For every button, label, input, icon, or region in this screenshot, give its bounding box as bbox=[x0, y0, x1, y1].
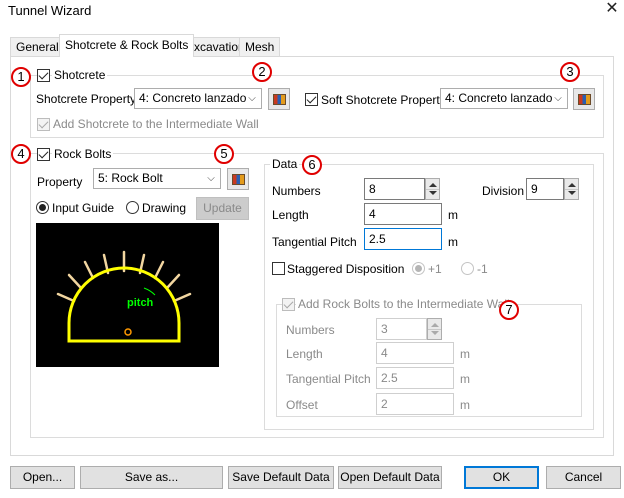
shotcrete-intermediate-checkbox[interactable] bbox=[37, 118, 50, 131]
numbers-input[interactable]: 8 bbox=[364, 178, 425, 200]
division-input[interactable]: 9 bbox=[526, 178, 564, 200]
tangential-pitch-label: Tangential Pitch bbox=[272, 235, 357, 249]
shotcrete-checkbox[interactable] bbox=[37, 69, 50, 82]
intermediate-numbers-label: Numbers bbox=[286, 323, 335, 337]
length-input[interactable]: 4 bbox=[364, 203, 442, 225]
marker-4: 4 bbox=[11, 144, 31, 164]
shotcrete-property-label: Shotcrete Property bbox=[36, 92, 137, 106]
shotcrete-label: Shotcrete bbox=[52, 68, 108, 82]
rock-bolt-property-select[interactable]: 5: Rock Bolt ⌵ bbox=[93, 168, 221, 189]
rock-bolt-property-label: Property bbox=[37, 175, 83, 189]
database-icon bbox=[232, 174, 245, 185]
intermediate-length-label: Length bbox=[286, 347, 323, 361]
tunnel-center-point bbox=[124, 328, 132, 336]
ok-button[interactable]: OK bbox=[464, 466, 539, 489]
length-unit: m bbox=[448, 208, 458, 222]
cancel-button[interactable]: Cancel bbox=[546, 466, 621, 489]
numbers-label: Numbers bbox=[272, 184, 321, 198]
tab-shotcrete-rock-bolts[interactable]: Shotcrete & Rock Bolts bbox=[59, 34, 195, 57]
marker-1: 1 bbox=[11, 67, 31, 87]
drawing-label: Drawing bbox=[142, 201, 187, 215]
staggered-plus1-radio[interactable] bbox=[412, 262, 425, 275]
staggered-minus1-radio[interactable] bbox=[461, 262, 474, 275]
shotcrete-property-value: 4: Concreto lanzado bbox=[139, 91, 247, 105]
numbers-spinner[interactable] bbox=[425, 178, 440, 200]
data-title: Data bbox=[270, 157, 300, 171]
intermediate-offset-input[interactable]: 2 bbox=[376, 393, 454, 415]
marker-7: 7 bbox=[499, 300, 519, 320]
intermediate-offset-label: Offset bbox=[286, 398, 318, 412]
marker-5: 5 bbox=[214, 144, 234, 164]
division-label: Division bbox=[482, 184, 525, 198]
staggered-plus1-label: +1 bbox=[428, 262, 442, 276]
tab-mesh[interactable]: Mesh bbox=[239, 37, 281, 56]
soft-shotcrete-label: Soft Shotcrete Property bbox=[321, 93, 446, 107]
soft-shotcrete-value: 4: Concreto lanzado bbox=[445, 91, 553, 105]
tangential-pitch-unit: m bbox=[448, 235, 458, 249]
intermediate-wall-title: Add Rock Bolts to the Intermediate Wall bbox=[296, 297, 512, 311]
open-default-data-button[interactable]: Open Default Data bbox=[338, 466, 442, 489]
database-icon bbox=[273, 94, 286, 105]
save-default-data-button[interactable]: Save Default Data bbox=[228, 466, 334, 489]
marker-2: 2 bbox=[252, 62, 272, 82]
intermediate-length-unit: m bbox=[460, 347, 470, 361]
staggered-label: Staggered Disposition bbox=[287, 262, 405, 276]
rock-bolts-checkbox[interactable] bbox=[37, 148, 50, 161]
close-icon[interactable]: ✕ bbox=[604, 0, 620, 18]
drawing-radio[interactable] bbox=[126, 201, 139, 214]
tunnel-lining bbox=[67, 266, 181, 343]
tunnel-preview-drawing: pitch bbox=[56, 250, 192, 343]
tangential-pitch-input[interactable]: 2.5 bbox=[364, 228, 442, 250]
rock-bolt-property-value: 5: Rock Bolt bbox=[98, 171, 163, 185]
database-icon bbox=[578, 94, 591, 105]
rock-bolts-label: Rock Bolts bbox=[52, 147, 114, 161]
intermediate-wall-checkbox[interactable] bbox=[282, 298, 295, 311]
staggered-minus1-label: -1 bbox=[477, 262, 488, 276]
chevron-down-icon: ⌵ bbox=[554, 93, 562, 104]
update-button[interactable]: Update bbox=[196, 197, 249, 220]
shotcrete-property-database-button[interactable] bbox=[268, 88, 290, 110]
intermediate-numbers-spinner[interactable] bbox=[427, 318, 442, 340]
shotcrete-intermediate-label: Add Shotcrete to the Intermediate Wall bbox=[53, 117, 259, 131]
pitch-arc bbox=[143, 287, 156, 296]
intermediate-pitch-unit: m bbox=[460, 372, 470, 386]
soft-shotcrete-checkbox[interactable] bbox=[305, 93, 318, 106]
intermediate-pitch-input[interactable]: 2.5 bbox=[376, 367, 454, 389]
intermediate-length-input[interactable]: 4 bbox=[376, 342, 454, 364]
chevron-down-icon: ⌵ bbox=[207, 173, 215, 184]
rock-bolt-database-button[interactable] bbox=[227, 168, 249, 190]
tab-general[interactable]: General bbox=[10, 37, 65, 56]
shotcrete-property-select[interactable]: 4: Concreto lanzado ⌵ bbox=[134, 88, 262, 109]
tunnel-preview: pitch bbox=[36, 223, 219, 367]
soft-shotcrete-property-select[interactable]: 4: Concreto lanzado ⌵ bbox=[440, 88, 568, 109]
marker-3: 3 bbox=[560, 62, 580, 82]
intermediate-pitch-label: Tangential Pitch bbox=[286, 372, 371, 386]
input-guide-radio[interactable] bbox=[36, 201, 49, 214]
intermediate-numbers-input[interactable]: 3 bbox=[376, 318, 427, 340]
save-as-button[interactable]: Save as... bbox=[80, 466, 223, 489]
open-button[interactable]: Open... bbox=[10, 466, 75, 489]
staggered-checkbox[interactable] bbox=[272, 262, 285, 275]
chevron-down-icon: ⌵ bbox=[248, 93, 256, 104]
intermediate-offset-unit: m bbox=[460, 398, 470, 412]
input-guide-label: Input Guide bbox=[52, 201, 115, 215]
window-title: Tunnel Wizard bbox=[8, 3, 92, 18]
pitch-text: pitch bbox=[127, 297, 154, 309]
soft-shotcrete-database-button[interactable] bbox=[573, 88, 595, 110]
division-spinner[interactable] bbox=[564, 178, 579, 200]
marker-6: 6 bbox=[302, 155, 322, 175]
length-label: Length bbox=[272, 208, 309, 222]
